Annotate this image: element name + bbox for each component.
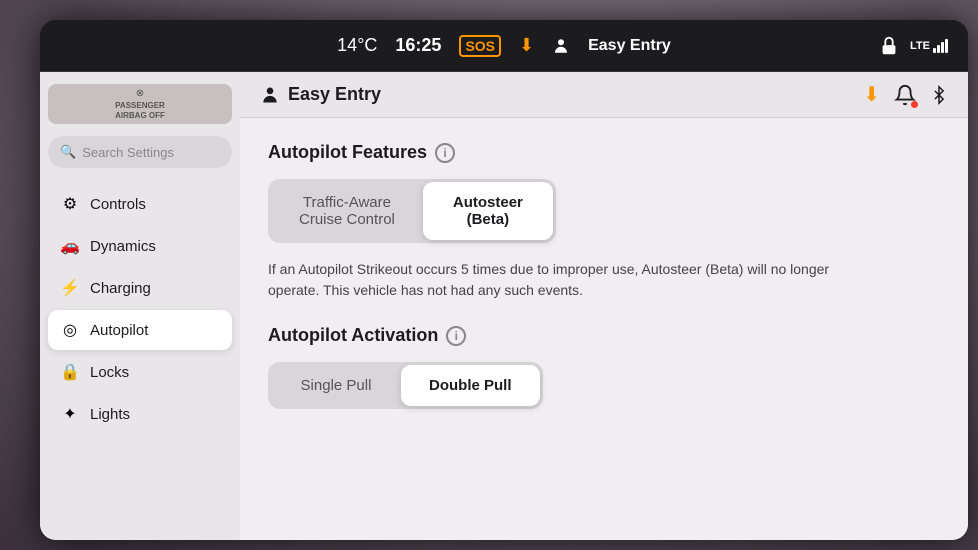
signal-bars — [933, 39, 948, 53]
signal-bar-2 — [937, 45, 940, 53]
sidebar-item-charging[interactable]: ⚡ Charging — [48, 268, 232, 308]
locks-icon: 🔒 — [60, 362, 80, 382]
autopilot-description: If an Autopilot Strikeout occurs 5 times… — [268, 259, 848, 301]
screen-bezel: 14°C 16:25 SOS ⬇ Easy Entry LTE — [40, 20, 968, 540]
double-pull-label: Double Pull — [429, 377, 512, 394]
status-right-icons: LTE — [878, 35, 948, 57]
lte-signal-group: LTE — [910, 39, 948, 53]
controls-label: Controls — [90, 196, 146, 213]
double-pull-button[interactable]: Double Pull — [401, 365, 540, 406]
content-wrapper: Easy Entry ⬇ — [240, 72, 968, 540]
notification-dot — [911, 101, 918, 108]
secondary-nav-bar: Easy Entry ⬇ — [240, 72, 968, 118]
dynamics-icon: 🚗 — [60, 236, 80, 256]
sidebar-item-controls[interactable]: ⚙ Controls — [48, 184, 232, 224]
locks-label: Locks — [90, 364, 129, 381]
signal-bar-3 — [941, 42, 944, 53]
lights-icon: ✦ — [60, 404, 80, 424]
search-placeholder-text: Search Settings — [82, 145, 174, 160]
dynamics-label: Dynamics — [90, 238, 156, 255]
easy-entry-secondary: Easy Entry — [260, 84, 381, 105]
autopilot-features-header: Autopilot Features i — [268, 142, 940, 163]
autopilot-features-title: Autopilot Features — [268, 142, 427, 163]
airbag-label: PASSENGERAIRBAG OFF — [56, 101, 224, 120]
traffic-aware-label: Traffic-AwareCruise Control — [299, 194, 395, 228]
single-pull-label: Single Pull — [301, 377, 372, 394]
autopilot-activation-info-icon[interactable]: i — [446, 326, 466, 346]
charging-label: Charging — [90, 280, 151, 297]
autopilot-activation-title: Autopilot Activation — [268, 325, 438, 346]
signal-bar-4 — [945, 39, 948, 53]
autopilot-label: Autopilot — [90, 322, 148, 339]
signal-bar-1 — [933, 48, 936, 53]
person-icon-secondary — [260, 85, 280, 105]
main-area: ⊗ PASSENGERAIRBAG OFF 🔍 Search Settings … — [40, 72, 968, 540]
secondary-icon-group: ⬇ — [863, 82, 948, 107]
sos-button[interactable]: SOS — [459, 35, 501, 57]
autopilot-activation-section: Autopilot Activation i Single Pull Doubl… — [268, 325, 940, 409]
sidebar-item-autopilot[interactable]: ◎ Autopilot — [48, 310, 232, 350]
single-pull-button[interactable]: Single Pull — [271, 365, 401, 406]
search-box[interactable]: 🔍 Search Settings — [48, 136, 232, 168]
sidebar-item-locks[interactable]: 🔒 Locks — [48, 352, 232, 392]
sidebar: ⊗ PASSENGERAIRBAG OFF 🔍 Search Settings … — [40, 72, 240, 540]
bluetooth-icon — [930, 84, 948, 106]
profile-icon — [552, 37, 570, 55]
passenger-airbag-badge: ⊗ PASSENGERAIRBAG OFF — [48, 84, 232, 124]
sidebar-item-lights[interactable]: ✦ Lights — [48, 394, 232, 434]
autopilot-features-toggle-group: Traffic-AwareCruise Control Autosteer(Be… — [268, 179, 556, 243]
status-bar: 14°C 16:25 SOS ⬇ Easy Entry LTE — [40, 20, 968, 72]
lock-icon — [878, 35, 900, 57]
autosteer-beta-button[interactable]: Autosteer(Beta) — [423, 182, 553, 240]
notification-bell-wrapper[interactable] — [894, 84, 916, 106]
autosteer-label: Autosteer(Beta) — [453, 194, 523, 228]
autopilot-features-info-icon[interactable]: i — [435, 143, 455, 163]
status-center: 14°C 16:25 SOS ⬇ Easy Entry — [337, 35, 671, 57]
download-arrow-icon: ⬇ — [863, 82, 880, 107]
temperature-display: 14°C — [337, 35, 377, 56]
autopilot-activation-header: Autopilot Activation i — [268, 325, 940, 346]
easy-entry-status-bar-label: Easy Entry — [588, 37, 671, 55]
sidebar-item-dynamics[interactable]: 🚗 Dynamics — [48, 226, 232, 266]
traffic-aware-cruise-button[interactable]: Traffic-AwareCruise Control — [271, 182, 423, 240]
lte-label: LTE — [910, 40, 930, 52]
lights-label: Lights — [90, 406, 130, 423]
main-content: Autopilot Features i Traffic-AwareCruise… — [240, 118, 968, 540]
controls-icon: ⚙ — [60, 194, 80, 214]
autopilot-icon: ◎ — [60, 320, 80, 340]
autopilot-activation-toggle-group: Single Pull Double Pull — [268, 362, 543, 409]
download-icon: ⬇ — [519, 35, 534, 56]
charging-icon: ⚡ — [60, 278, 80, 298]
search-icon: 🔍 — [60, 144, 76, 160]
time-display: 16:25 — [395, 35, 441, 56]
